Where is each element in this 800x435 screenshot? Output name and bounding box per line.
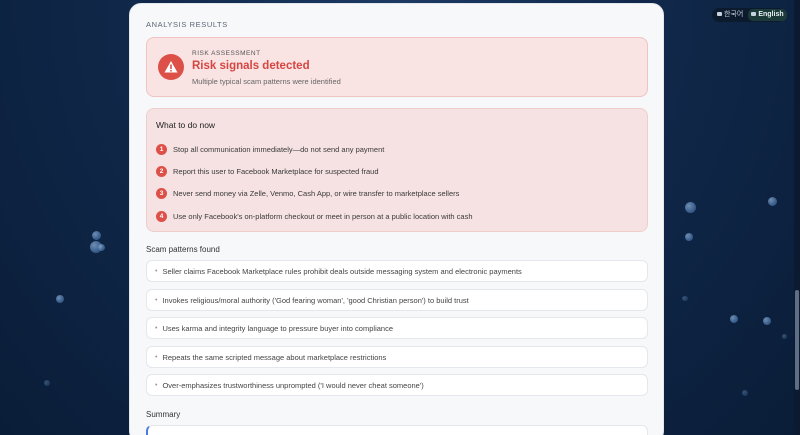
summary-panel bbox=[146, 425, 648, 435]
todo-step: 4 Use only Facebook's on-platform checko… bbox=[156, 210, 473, 222]
step-text: Use only Facebook's on-platform checkout… bbox=[173, 211, 473, 221]
background-bubble bbox=[730, 315, 738, 323]
summary-title: Summary bbox=[146, 410, 181, 419]
pattern-text: Repeats the same scripted message about … bbox=[162, 352, 387, 362]
todo-title: What to do now bbox=[156, 120, 216, 130]
step-number-badge: 3 bbox=[156, 187, 167, 199]
pattern-text: Uses karma and integrity language to pre… bbox=[162, 323, 393, 333]
patterns-title: Scam patterns found bbox=[146, 245, 220, 254]
language-switcher: 한국어 English bbox=[712, 8, 787, 22]
pattern-item: • Uses karma and integrity language to p… bbox=[146, 317, 648, 339]
scrollbar-thumb[interactable] bbox=[795, 290, 799, 390]
language-english-label: English bbox=[758, 11, 784, 18]
bullet-icon: • bbox=[155, 353, 158, 361]
pattern-text: Over-emphasizes trustworthiness unprompt… bbox=[162, 380, 424, 390]
bullet-icon: • bbox=[155, 381, 158, 389]
todo-step: 3 Never send money via Zelle, Venmo, Cas… bbox=[156, 187, 459, 199]
pattern-text: Invokes religious/moral authority ('God … bbox=[162, 295, 469, 305]
background-bubble bbox=[742, 390, 748, 396]
language-korean-label: 한국어 bbox=[724, 11, 744, 18]
bullet-icon: • bbox=[155, 324, 158, 332]
pattern-item: • Repeats the same scripted message abou… bbox=[146, 346, 648, 368]
risk-title: Risk signals detected bbox=[192, 60, 310, 72]
language-english-button[interactable]: English bbox=[748, 9, 787, 21]
step-text: Report this user to Facebook Marketplace… bbox=[173, 166, 379, 176]
risk-assessment-panel: RISK ASSESSMENT Risk signals detected Mu… bbox=[146, 37, 648, 97]
background-bubble bbox=[98, 244, 105, 251]
step-number-badge: 2 bbox=[156, 165, 167, 177]
pattern-text: Seller claims Facebook Marketplace rules… bbox=[162, 266, 522, 276]
page-scrollbar[interactable] bbox=[794, 0, 800, 435]
what-to-do-panel: What to do now 1 Stop all communication … bbox=[146, 108, 648, 232]
risk-subtitle: Multiple typical scam patterns were iden… bbox=[192, 77, 341, 86]
pattern-item: • Seller claims Facebook Marketplace rul… bbox=[146, 260, 648, 282]
keyboard-icon bbox=[717, 12, 722, 17]
step-number-badge: 4 bbox=[156, 210, 167, 222]
background-bubble bbox=[56, 295, 64, 303]
warning-icon bbox=[158, 54, 184, 80]
language-korean-button[interactable]: 한국어 bbox=[714, 9, 746, 21]
bullet-icon: • bbox=[155, 267, 158, 275]
step-number-badge: 1 bbox=[156, 143, 167, 155]
bullet-icon: • bbox=[155, 296, 158, 304]
section-label: ANALYSIS RESULTS bbox=[146, 20, 228, 29]
step-text: Never send money via Zelle, Venmo, Cash … bbox=[173, 188, 460, 198]
background-bubble bbox=[768, 197, 777, 206]
results-card: ANALYSIS RESULTS RISK ASSESSMENT Risk si… bbox=[129, 3, 664, 435]
todo-step: 1 Stop all communication immediately—do … bbox=[156, 143, 384, 155]
background-bubble bbox=[685, 202, 696, 213]
background-bubble bbox=[44, 380, 50, 386]
step-text: Stop all communication immediately—do no… bbox=[173, 144, 385, 154]
background-bubble bbox=[782, 334, 787, 339]
todo-step: 2 Report this user to Facebook Marketpla… bbox=[156, 165, 379, 177]
background-bubble bbox=[685, 233, 693, 241]
background-bubble bbox=[763, 317, 771, 325]
pattern-item: • Invokes religious/moral authority ('Go… bbox=[146, 289, 648, 311]
pattern-item: • Over-emphasizes trustworthiness unprom… bbox=[146, 374, 648, 396]
background-bubble bbox=[92, 231, 101, 240]
background-bubble bbox=[682, 296, 688, 301]
risk-kicker: RISK ASSESSMENT bbox=[192, 50, 261, 57]
keyboard-icon bbox=[751, 12, 757, 17]
